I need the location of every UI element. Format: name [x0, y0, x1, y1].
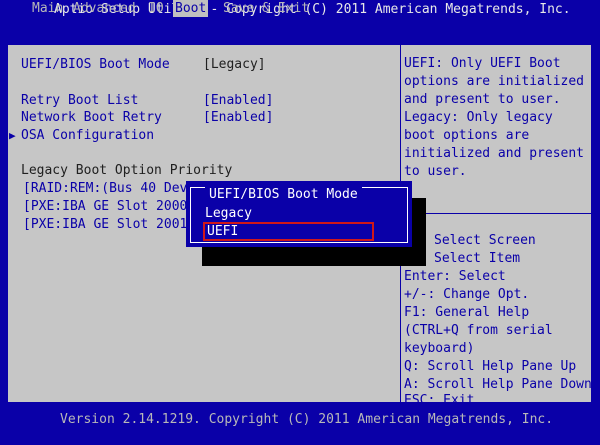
key-help-line: +/-: Change Opt.	[404, 287, 530, 302]
tab-boot[interactable]: Boot	[173, 0, 209, 17]
help-line: boot options are	[404, 128, 530, 143]
help-line: UEFI: Only UEFI Boot	[404, 56, 561, 71]
key-help-line: Enter: Select	[404, 269, 506, 284]
priority-item-pxe-2000[interactable]: [PXE:IBA GE Slot 2000	[23, 198, 187, 216]
help-divider	[401, 213, 591, 214]
help-line: initialized and present	[404, 146, 585, 161]
key-help-line: keyboard)	[404, 341, 475, 356]
tab-save-exit[interactable]: Save & Exit	[223, 0, 309, 17]
key-help-line: Select Item	[434, 251, 521, 266]
boot-mode-value[interactable]: [Legacy]	[203, 56, 266, 74]
help-line: Legacy: Only legacy	[404, 110, 553, 125]
legacy-priority-heading: Legacy Boot Option Priority	[21, 163, 233, 178]
priority-item-pxe-2001[interactable]: [PXE:IBA GE Slot 2001	[23, 216, 187, 234]
key-help-line: (CTRL+Q from serial	[404, 323, 553, 338]
footer-bar: Version 2.14.1219. Copyright (C) 2011 Am…	[0, 407, 600, 445]
retry-boot-list-label[interactable]: Retry Boot List	[21, 92, 138, 110]
osa-configuration-link[interactable]: OSA Configuration	[21, 127, 154, 145]
version-text: Version 2.14.1219. Copyright (C) 2011 Am…	[60, 412, 554, 427]
tab-io[interactable]: IO	[148, 0, 164, 17]
help-line: to user.	[404, 164, 467, 179]
tab-advanced[interactable]: Advanced	[73, 0, 136, 17]
boot-mode-popup: UEFI/BIOS Boot Mode Legacy UEFI	[186, 181, 412, 247]
option-legacy[interactable]: Legacy	[205, 205, 252, 223]
header-bar: Aptio Setup Utility - Copyright (C) 2011…	[0, 0, 600, 36]
key-help-line: F1: General Help	[404, 305, 530, 320]
key-help-line: Select Screen	[434, 233, 536, 248]
help-pane: UEFI: Only UEFI Boot options are initial…	[400, 44, 592, 408]
priority-item-raid[interactable]: [RAID:REM:(Bus 40 Dev	[23, 180, 187, 198]
help-line: options are initialized	[404, 74, 585, 89]
submenu-arrow-icon: ▶	[9, 129, 16, 142]
boot-mode-label[interactable]: UEFI/BIOS Boot Mode	[21, 56, 170, 74]
popup-title: UEFI/BIOS Boot Mode	[205, 186, 362, 204]
tab-main[interactable]: Main	[32, 0, 63, 17]
option-uefi[interactable]: UEFI	[203, 222, 374, 241]
help-line: and present to user.	[404, 92, 561, 107]
network-boot-retry-value[interactable]: [Enabled]	[203, 109, 273, 127]
retry-boot-list-value[interactable]: [Enabled]	[203, 92, 273, 110]
network-boot-retry-label[interactable]: Network Boot Retry	[21, 109, 162, 127]
popup-frame: UEFI/BIOS Boot Mode Legacy UEFI	[190, 186, 408, 243]
key-help-line: Q: Scroll Help Pane Up	[404, 359, 577, 374]
